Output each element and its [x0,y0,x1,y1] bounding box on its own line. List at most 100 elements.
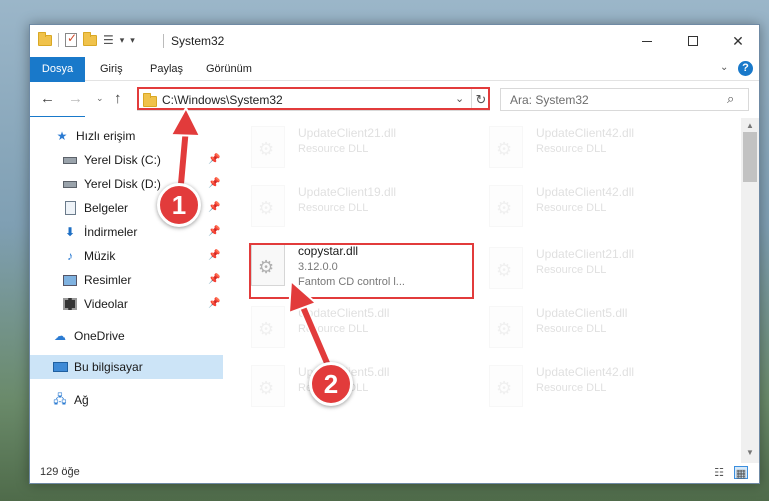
sidebar-item-quick-access[interactable]: ★ Hızlı erişim [30,124,223,148]
list-item[interactable]: UpdateClient5.dll Resource DLL [225,298,450,358]
scroll-thumb[interactable] [743,132,757,182]
dll-file-icon [489,185,523,227]
pin-icon[interactable]: 📌 [208,250,220,261]
list-item[interactable]: UpdateClient42.dll Resource DLL [463,177,688,237]
details-view-icon[interactable]: ☷ [712,466,726,479]
pin-icon[interactable]: 📌 [208,178,220,189]
navigation-bar: ← → ⌄ ↑ C:\Windows\System32 ⌄ ↻ Ara: Sys… [30,82,759,116]
pin-icon[interactable]: 📌 [208,226,220,237]
sidebar-item-label: Bu bilgisayar [74,360,143,374]
list-item-copystar[interactable]: copystar.dll 3.12.0.0 Fantom CD control … [225,236,450,296]
drive-icon [62,177,78,191]
address-bar[interactable]: C:\Windows\System32 ⌄ ↻ [137,88,490,111]
dll-file-icon [251,365,285,407]
list-item[interactable]: UpdateClient21.dll Resource DLL [225,118,450,178]
list-item[interactable]: UpdateClient19.dll Resource DLL [225,177,450,237]
drive-icon [62,153,78,167]
file-description: Fantom CD control l... [298,276,405,288]
explorer-window: ☰ ▾ ▾ System32 ✕ Dosya Giriş Paylaş Görü… [29,24,760,484]
file-version: 3.12.0.0 [298,261,338,273]
dll-file-icon [251,185,285,227]
file-list: UpdateClient21.dll Resource DLL UpdateCl… [225,118,741,463]
pin-icon[interactable]: 📌 [208,298,220,309]
tab-share[interactable]: Paylaş [150,57,183,81]
title-divider [163,34,164,48]
sidebar-item-onedrive[interactable]: ☁ OneDrive [30,324,223,348]
sidebar-item-label: Belgeler [84,201,129,215]
pictures-icon [62,273,78,287]
status-bar: 129 öğe ☷ ▦ [30,463,759,483]
scroll-up-icon[interactable]: ▲ [746,121,754,130]
minimize-button[interactable] [624,25,670,57]
dll-file-icon [251,306,285,348]
title-bar: ☰ ▾ ▾ System32 ✕ [30,25,759,57]
sidebar-item-videos[interactable]: Videolar 📌 [30,292,223,316]
address-path[interactable]: C:\Windows\System32 [162,93,283,107]
dll-file-icon [489,306,523,348]
quick-access-toolbar: ☰ ▾ ▾ [38,31,135,47]
music-icon: ♪ [67,249,73,263]
back-arrow-icon[interactable]: ← [40,90,55,107]
file-name: UpdateClient42.dll [536,365,635,379]
search-input[interactable]: Ara: System32 ⌕ [500,88,749,111]
file-name: UpdateClient21.dll [536,247,635,261]
new-folder-icon[interactable] [83,31,97,46]
downloads-icon: ⬇ [64,225,76,239]
scroll-down-icon[interactable]: ▼ [746,448,754,457]
quick-access-icon: ★ [56,129,68,143]
file-name: UpdateClient5.dll [298,306,390,320]
documents-icon [62,201,78,215]
pin-icon[interactable]: 📌 [208,154,220,165]
vertical-scrollbar[interactable]: ▲ ▼ [741,118,759,463]
file-type: Resource DLL [536,143,607,155]
sidebar-item-pictures[interactable]: Resimler 📌 [30,268,223,292]
close-icon: ✕ [732,32,744,49]
sidebar-item-label: İndirmeler [84,225,138,239]
sidebar-item-label: OneDrive [74,329,125,343]
folder-icon [143,93,157,107]
sidebar-item-music[interactable]: ♪ Müzik 📌 [30,244,223,268]
sidebar-item-downloads[interactable]: ⬇ İndirmeler 📌 [30,220,223,244]
videos-icon [62,297,78,311]
pin-icon[interactable]: 📌 [208,202,220,213]
properties-check-icon[interactable] [65,31,77,47]
file-type: Resource DLL [536,202,607,214]
dll-file-icon [489,365,523,407]
pin-icon[interactable]: 📌 [208,274,220,285]
sidebar-item-this-pc[interactable]: Bu bilgisayar [30,355,223,379]
sidebar-item-network[interactable]: 🖧 Ağ [30,388,223,412]
list-item[interactable]: UpdateClient21.dll Resource DLL [463,239,688,299]
toolbar-divider [58,33,59,47]
list-item[interactable]: UpdateClient42.dll Resource DLL [463,357,688,417]
up-arrow-icon[interactable]: ↑ [114,90,122,107]
sidebar-item-label: Ağ [74,393,89,407]
customize-toolbar-icon[interactable]: ▾ [130,35,135,46]
tiles-view-icon[interactable]: ▦ [734,466,748,480]
file-type: Resource DLL [536,264,607,276]
refresh-icon[interactable]: ↻ [471,89,490,110]
tab-home[interactable]: Giriş [100,57,123,81]
properties-icon[interactable]: ☰ [103,33,114,47]
search-icon[interactable]: ⌕ [727,91,734,107]
close-button[interactable]: ✕ [715,25,759,57]
list-item[interactable]: UpdateClient5.dll Resource DLL [463,298,688,358]
window-title: System32 [171,34,225,48]
file-type: Resource DLL [298,143,369,155]
dll-file-icon [489,126,523,168]
file-name: UpdateClient21.dll [298,126,397,140]
sidebar-item-local-disk-c[interactable]: Yerel Disk (C:) 📌 [30,148,223,172]
chevron-down-icon[interactable]: ▾ [120,35,125,46]
file-type: Resource DLL [536,382,607,394]
recent-locations-icon[interactable]: ⌄ [96,93,104,104]
expand-ribbon-icon[interactable]: ⌄ [720,62,728,73]
help-icon[interactable]: ? [738,61,753,76]
maximize-button[interactable] [670,25,716,57]
item-count: 129 öğe [40,466,80,478]
forward-arrow-icon[interactable]: → [68,90,83,107]
tab-view[interactable]: Görünüm [206,57,252,81]
list-item[interactable]: UpdateClient42.dll Resource DLL [463,118,688,178]
dll-file-icon [489,247,523,289]
chevron-down-icon[interactable]: ⌄ [455,92,464,105]
folder-icon [38,31,52,46]
file-type: Resource DLL [298,202,369,214]
